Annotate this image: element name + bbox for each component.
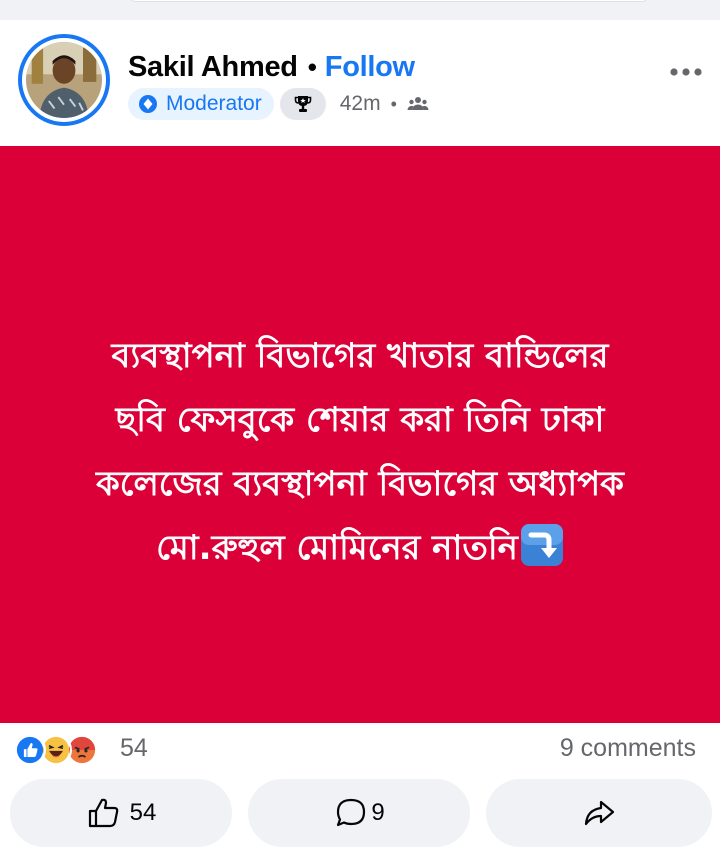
share-button[interactable] xyxy=(486,779,712,847)
meta-separator: • xyxy=(390,93,397,114)
reaction-count[interactable]: 54 xyxy=(120,734,148,763)
post-actions: 54 9 xyxy=(0,777,720,850)
comment-count: 9 xyxy=(371,799,385,826)
author-name[interactable]: Sakil Ahmed xyxy=(128,51,298,84)
moderator-badge[interactable]: Moderator xyxy=(128,88,274,120)
reaction-icons[interactable] xyxy=(14,734,98,766)
like-count: 54 xyxy=(129,799,157,826)
like-button[interactable]: 54 xyxy=(10,779,232,847)
avatar[interactable] xyxy=(18,34,110,126)
arrow-curving-down-icon xyxy=(520,523,563,566)
post-text-card[interactable]: ব্যবস্থাপনা বিভাগের খাতার বান্ডিলের ছবি … xyxy=(0,146,720,723)
previous-post-edge xyxy=(128,0,650,2)
profile-photo-icon xyxy=(26,42,102,118)
moderator-shield-icon xyxy=(139,95,157,113)
trophy-icon xyxy=(294,96,312,112)
feed-top-strip xyxy=(0,0,720,20)
more-options-button[interactable] xyxy=(664,60,708,84)
post-text: ব্যবস্থাপনা বিভাগের খাতার বান্ডিলের ছবি … xyxy=(15,324,705,580)
follow-button[interactable]: Follow xyxy=(325,51,415,84)
comment-icon xyxy=(337,798,366,827)
post-meta: Moderator 42m • xyxy=(128,88,429,120)
post-header: Sakil Ahmed • Follow Moderator 42m • xyxy=(0,20,720,146)
group-icon[interactable] xyxy=(407,93,429,115)
more-options-icon xyxy=(670,68,702,76)
comment-button[interactable]: 9 xyxy=(248,779,470,847)
post-text-line: মো.রুহুল মোমিনের নাতনি xyxy=(156,527,518,568)
avatar-image xyxy=(26,42,102,118)
post-text-line: ব্যবস্থাপনা বিভাগের খাতার বান্ডিলের xyxy=(111,335,609,376)
thumbs-up-icon xyxy=(88,798,118,828)
post-text-last-line: মো.রুহুল মোমিনের নাতনি xyxy=(15,516,705,580)
post-text-line: ছবি ফেসবুকে শেয়ার করা তিনি ঢাকা xyxy=(115,399,605,440)
reactions-summary: 54 9 comments xyxy=(0,723,720,777)
comments-count[interactable]: 9 comments xyxy=(560,734,696,763)
author-row: Sakil Ahmed • Follow xyxy=(128,48,415,86)
badge-label: Moderator xyxy=(166,92,262,115)
like-reaction-icon xyxy=(14,734,46,766)
post-timestamp[interactable]: 42m xyxy=(340,92,381,116)
post-text-line: কলেজের ব্যবস্থাপনা বিভাগের অধ্যাপক xyxy=(96,463,624,504)
trophy-badge[interactable] xyxy=(279,88,326,120)
name-separator: • xyxy=(307,51,317,82)
share-icon xyxy=(584,800,615,826)
